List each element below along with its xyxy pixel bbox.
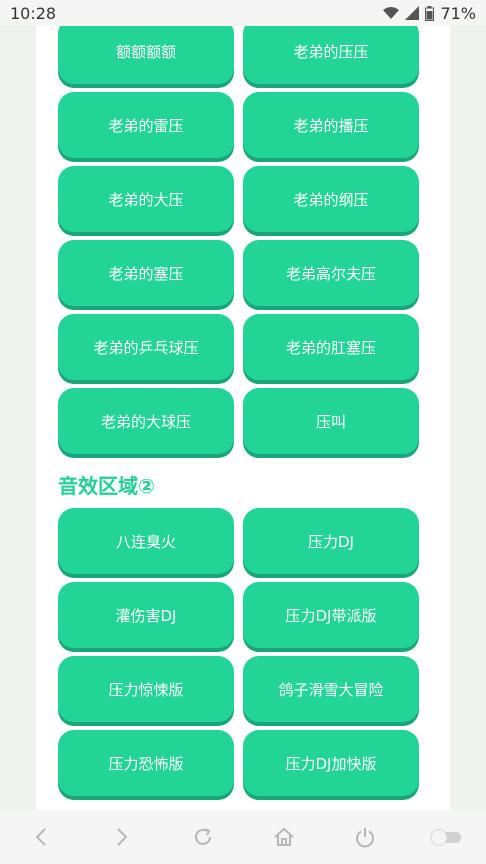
status-time: 10:28 — [10, 3, 57, 23]
sound-button[interactable]: 老弟的肛塞压 — [243, 314, 419, 380]
sound-button[interactable]: 压叫 — [243, 388, 419, 454]
sound-button[interactable]: 老弟的乒乓球压 — [58, 314, 234, 380]
home-icon[interactable] — [266, 819, 302, 855]
refresh-icon[interactable] — [185, 819, 221, 855]
sound-button[interactable]: 老弟的压压 — [243, 26, 419, 84]
content-page[interactable]: 额额额额 老弟的压压 老弟的雷压 老弟的播压 老弟的大压 老弟的纲压 老弟的塞压… — [36, 26, 450, 810]
status-icons: 71% — [383, 4, 476, 23]
sound-button[interactable]: 灌伤害DJ — [58, 582, 234, 648]
sound-button[interactable]: 鸽子滑雪大冒险 — [243, 656, 419, 722]
sound-button[interactable]: 老弟的大压 — [58, 166, 234, 232]
sound-button[interactable]: 压力DJ — [243, 508, 419, 574]
back-icon[interactable] — [23, 819, 59, 855]
browser-nav-bar — [0, 810, 486, 864]
wifi-icon — [383, 7, 400, 19]
section-title: 音效区域② — [58, 474, 155, 498]
sound-button[interactable]: 压力惊悚版 — [58, 656, 234, 722]
sound-button[interactable]: 额额额额 — [58, 26, 234, 84]
sound-button[interactable]: 八连臭火 — [58, 508, 234, 574]
sound-button[interactable]: 老弟的播压 — [243, 92, 419, 158]
sound-button[interactable]: 压力DJ带派版 — [243, 582, 419, 648]
power-icon[interactable] — [347, 819, 383, 855]
sound-button[interactable]: 老弟高尔夫压 — [243, 240, 419, 306]
battery-icon — [425, 5, 435, 21]
battery-level: 71% — [440, 3, 476, 23]
sound-button[interactable]: 老弟的塞压 — [58, 240, 234, 306]
sound-button[interactable]: 老弟的纲压 — [243, 166, 419, 232]
sound-button[interactable]: 压力DJ加快版 — [243, 730, 419, 796]
sound-button[interactable]: 压力恐怖版 — [58, 730, 234, 796]
sound-button[interactable]: 老弟的大球压 — [58, 388, 234, 454]
signal-icon — [405, 6, 420, 20]
sound-grid-1: 额额额额 老弟的压压 老弟的雷压 老弟的播压 老弟的大压 老弟的纲压 老弟的塞压… — [58, 26, 419, 454]
sound-button[interactable]: 老弟的雷压 — [58, 92, 234, 158]
sound-grid-2: 八连臭火 压力DJ 灌伤害DJ 压力DJ带派版 压力惊悚版 鸽子滑雪大冒险 压力… — [58, 508, 419, 796]
status-bar: 10:28 71% — [0, 0, 486, 26]
forward-icon[interactable] — [104, 819, 140, 855]
toggle-icon[interactable] — [428, 819, 464, 855]
